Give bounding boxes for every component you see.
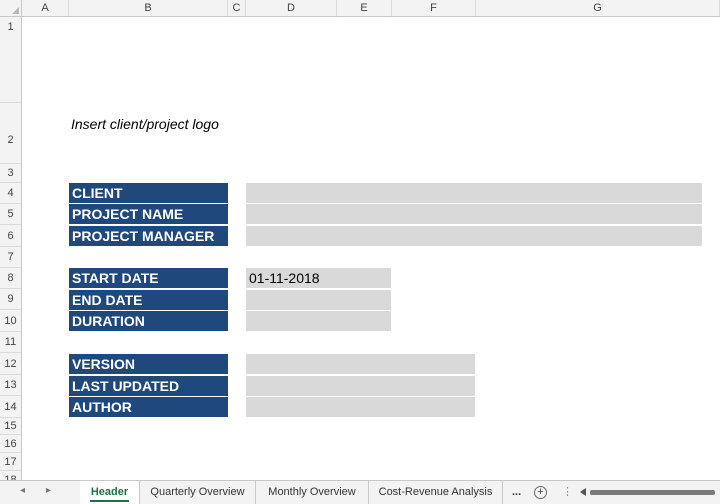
end-date-field[interactable] — [246, 290, 391, 310]
duration-field[interactable] — [246, 311, 391, 331]
scroll-tabs-right-icon[interactable]: ▸ — [46, 485, 51, 496]
label-duration: DURATION — [69, 311, 228, 331]
logo-placeholder: Insert client/project logo — [71, 116, 219, 132]
select-all-corner[interactable] — [0, 0, 22, 17]
row-header-2-label: 2 — [7, 134, 14, 146]
scroll-tabs-left-icon[interactable]: ◂ — [20, 485, 25, 496]
start-date-field[interactable]: 01-11-2018 — [246, 268, 391, 288]
tab-header[interactable]: Header — [80, 481, 140, 504]
label-start-date: START DATE — [69, 268, 228, 288]
project-manager-field[interactable] — [246, 226, 702, 246]
label-client: CLIENT — [69, 183, 228, 203]
row-header-18[interactable]: 18 — [0, 471, 22, 480]
label-author: AUTHOR — [69, 397, 228, 417]
row-header-9[interactable]: 9 — [0, 289, 22, 310]
row-header-2[interactable]: 2 — [0, 103, 22, 164]
horizontal-scrollbar-thumb[interactable] — [590, 490, 715, 495]
tab-monthly-overview[interactable]: Monthly Overview — [256, 481, 369, 504]
row-header-7[interactable]: 7 — [0, 247, 22, 268]
label-last-updated: LAST UPDATED — [69, 376, 228, 396]
label-version: VERSION — [69, 354, 228, 374]
row-header-6[interactable]: 6 — [0, 225, 22, 247]
row-header-4[interactable]: 4 — [0, 183, 22, 204]
row-header-1[interactable]: 1 — [0, 17, 22, 103]
column-header-a[interactable]: A — [22, 0, 69, 17]
column-header-e[interactable]: E — [337, 0, 392, 17]
tab-cost-revenue-analysis[interactable]: Cost-Revenue Analysis — [369, 481, 503, 504]
column-header-b[interactable]: B — [69, 0, 228, 17]
label-end-date: END DATE — [69, 290, 228, 310]
column-header-f[interactable]: F — [392, 0, 476, 17]
row-header-8[interactable]: 8 — [0, 268, 22, 289]
tab-quarterly-overview[interactable]: Quarterly Overview — [140, 481, 256, 504]
spreadsheet-grid: A B C D E F G 1 2 3 4 5 6 7 8 9 10 11 12… — [0, 0, 720, 480]
client-field[interactable] — [246, 183, 702, 203]
label-project-name: PROJECT NAME — [69, 204, 228, 224]
row-header-12[interactable]: 12 — [0, 353, 22, 375]
version-field[interactable] — [246, 354, 475, 374]
row-header-11[interactable]: 11 — [0, 332, 22, 353]
label-project-manager: PROJECT MANAGER — [69, 226, 228, 246]
column-header-d[interactable]: D — [246, 0, 337, 17]
row-header-15[interactable]: 15 — [0, 418, 22, 435]
column-header-c[interactable]: C — [228, 0, 246, 17]
add-sheet-icon[interactable]: + — [534, 486, 547, 499]
row-header-17[interactable]: 17 — [0, 453, 22, 471]
more-sheets-button[interactable]: ... — [512, 481, 521, 504]
sheet-tab-bar: ◂ ▸ Header Quarterly Overview Monthly Ov… — [0, 480, 720, 504]
row-header-5[interactable]: 5 — [0, 204, 22, 225]
options-icon[interactable]: ⋮ — [562, 481, 573, 504]
last-updated-field[interactable] — [246, 376, 475, 396]
author-field[interactable] — [246, 397, 475, 417]
row-header-10[interactable]: 10 — [0, 310, 22, 332]
row-header-14[interactable]: 14 — [0, 396, 22, 418]
column-header-g[interactable]: G — [476, 0, 720, 17]
row-header-13[interactable]: 13 — [0, 375, 22, 396]
row-header-16[interactable]: 16 — [0, 435, 22, 453]
scroll-left-arrow-icon[interactable] — [580, 488, 586, 496]
project-name-field[interactable] — [246, 204, 702, 224]
row-header-3[interactable]: 3 — [0, 164, 22, 183]
